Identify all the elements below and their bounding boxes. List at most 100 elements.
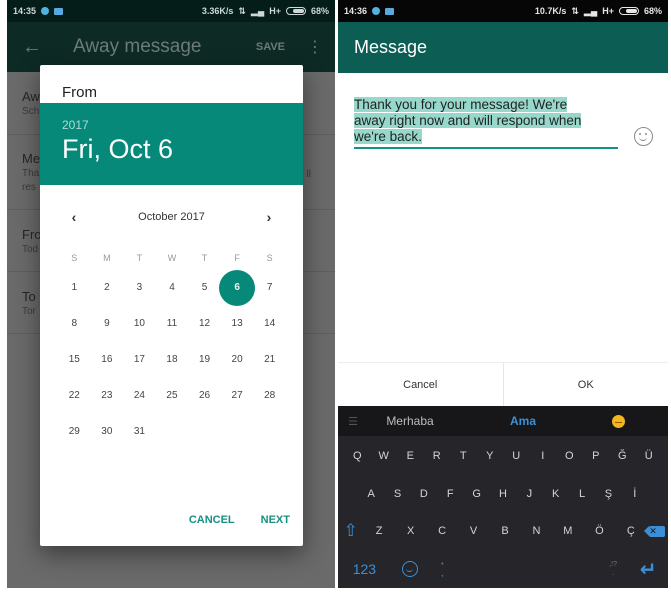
keyboard-menu-icon[interactable]: ☰ [342,415,364,428]
notification-dot-icon [41,7,50,15]
previous-month-icon[interactable]: ‹ [62,209,86,225]
calendar-day[interactable]: 3 [123,270,156,306]
key[interactable]: Ç [618,525,644,537]
emoji-suggestion-icon[interactable] [612,414,625,428]
calendar-day[interactable]: 12 [188,306,221,342]
calendar-day[interactable]: 16 [91,342,124,378]
calendar-day[interactable]: 20 [221,342,254,378]
calendar-day[interactable]: 8 [58,306,91,342]
more-options-icon[interactable]: ⋮ [307,37,323,57]
key[interactable]: B [492,525,518,537]
key[interactable]: Y [477,450,503,462]
key[interactable]: Z [366,525,392,537]
key[interactable]: V [461,525,487,537]
key[interactable]: K [543,488,569,500]
next-month-icon[interactable]: › [257,209,281,225]
calendar-day[interactable]: 18 [156,342,189,378]
key[interactable]: J [516,488,542,500]
message-input[interactable]: Thank you for your message! We're away r… [354,97,618,149]
calendar-day-selected[interactable]: 6 [219,270,255,306]
calendar-day[interactable]: 30 [91,414,124,450]
selected-year[interactable]: 2017 [62,118,303,132]
key[interactable]: X [398,525,424,537]
calendar-day[interactable]: 29 [58,414,91,450]
calendar-day[interactable]: 21 [253,342,286,378]
calendar-day[interactable]: 28 [253,378,286,414]
back-arrow-icon[interactable]: ← [7,36,57,59]
calendar-day[interactable]: 7 [253,270,286,306]
message-notification-icon [385,7,395,15]
calendar-day[interactable]: 14 [253,306,286,342]
key[interactable]: C [429,525,455,537]
key[interactable]: D [411,488,437,500]
key[interactable]: S [385,488,411,500]
calendar-day[interactable]: 19 [188,342,221,378]
month-label: October 2017 [138,211,205,223]
calendar-day[interactable]: 17 [123,342,156,378]
battery-percent: 68% [310,6,329,16]
key[interactable]: I [530,450,556,462]
period-key[interactable]: ,!? . [609,560,617,578]
calendar-day-empty [188,414,221,450]
key[interactable]: Ğ [609,450,635,462]
calendar-day[interactable]: 23 [91,378,124,414]
key[interactable]: H [490,488,516,500]
key[interactable]: İ [622,488,648,500]
key[interactable]: Ş [595,488,621,500]
calendar-day[interactable]: 24 [123,378,156,414]
key[interactable]: T [450,450,476,462]
key[interactable]: F [437,488,463,500]
suggestion-word-primary[interactable]: Ama [478,414,568,428]
emoji-icon[interactable] [634,127,653,146]
month-navigation: ‹ October 2017 › [40,205,303,229]
key[interactable]: N [523,525,549,537]
key[interactable]: L [569,488,595,500]
calendar-day[interactable]: 15 [58,342,91,378]
comma-key[interactable]: • , [441,560,444,579]
calendar-day[interactable]: 4 [156,270,189,306]
calendar-day[interactable]: 2 [91,270,124,306]
calendar-day[interactable]: 10 [123,306,156,342]
cancel-button[interactable]: Cancel [338,363,503,406]
key[interactable]: Ü [636,450,662,462]
keyboard-row: ⇧ Z X C V B N M Ö Ç ✕ [338,513,668,549]
calendar-day[interactable]: 11 [156,306,189,342]
key[interactable]: P [583,450,609,462]
key[interactable]: M [555,525,581,537]
key[interactable]: U [503,450,529,462]
calendar-day[interactable]: 27 [221,378,254,414]
cancel-button[interactable]: CANCEL [176,506,248,534]
battery-percent: 68% [643,6,662,16]
next-button[interactable]: NEXT [248,506,303,534]
ok-button[interactable]: OK [502,363,669,406]
calendar-day[interactable]: 26 [188,378,221,414]
selected-date[interactable]: Fri, Oct 6 [62,134,303,165]
calendar-day[interactable]: 1 [58,270,91,306]
battery-icon [618,7,639,15]
backspace-icon[interactable]: ✕ [644,525,666,537]
key[interactable]: Q [344,450,370,462]
suggestion-word[interactable]: Merhaba [370,414,450,428]
shift-icon[interactable]: ⇧ [341,521,361,541]
message-text-line: away right now and will respond when [354,113,582,128]
key[interactable]: G [464,488,490,500]
numbers-key[interactable]: 123 [349,561,379,577]
enter-icon[interactable]: ↵ [640,557,657,582]
key[interactable]: R [424,450,450,462]
calendar-day[interactable]: 22 [58,378,91,414]
calendar-day[interactable]: 5 [188,270,221,306]
calendar-day[interactable]: 13 [221,306,254,342]
key[interactable]: Ö [586,525,612,537]
keyboard-row: A S D F G H J K L Ş İ [338,476,668,512]
emoji-keyboard-icon[interactable] [402,561,419,577]
period-hint: ,!? [609,561,618,568]
key[interactable]: E [397,450,423,462]
calendar-day[interactable]: 25 [156,378,189,414]
save-button[interactable]: SAVE [256,41,285,53]
key[interactable]: A [358,488,384,500]
keyboard-row: 123 • , ,!? . ↵ [338,551,668,587]
calendar-day[interactable]: 31 [123,414,156,450]
key[interactable]: W [371,450,397,462]
key[interactable]: O [556,450,582,462]
calendar-day[interactable]: 9 [91,306,124,342]
